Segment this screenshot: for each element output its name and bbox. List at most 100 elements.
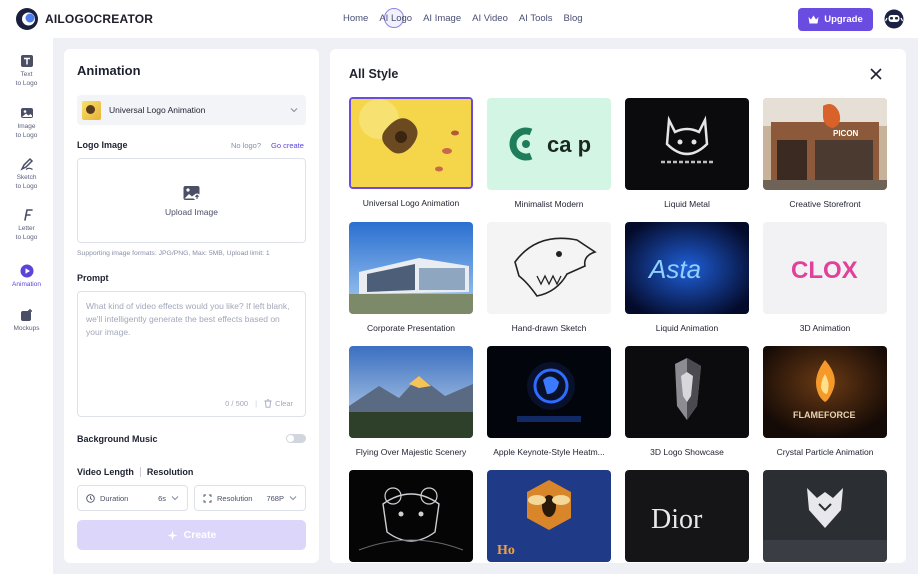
brand-logo-icon bbox=[16, 8, 38, 30]
prompt-footer: 0 / 500 | Clear bbox=[225, 399, 293, 408]
create-label: Create bbox=[183, 529, 217, 541]
style-thumbnail: PICON bbox=[763, 98, 887, 190]
duration-label: Duration bbox=[100, 493, 129, 503]
thumb-text-minimalist: ca p bbox=[547, 132, 591, 157]
resolution-heading-label: Resolution bbox=[146, 467, 194, 477]
style-thumbnail bbox=[349, 346, 473, 438]
close-icon[interactable] bbox=[869, 67, 883, 81]
mockup-icon bbox=[20, 309, 32, 321]
style-thumbnail: ca p bbox=[487, 98, 611, 190]
rail-item-letter-to-logo[interactable]: Letter to Logo bbox=[0, 208, 53, 242]
nav-home[interactable]: Home bbox=[343, 13, 368, 24]
style-select-dropdown[interactable]: Universal Logo Animation bbox=[77, 95, 306, 125]
style-thumbnail bbox=[763, 470, 887, 562]
clear-label: Clear bbox=[275, 399, 293, 408]
crown-icon bbox=[808, 15, 819, 24]
style-card-hand-drawn-sketch[interactable]: Hand-drawn Sketch bbox=[487, 222, 611, 333]
thumb-text-storefront: PICON bbox=[833, 129, 859, 138]
style-card-dior[interactable]: Dior bbox=[625, 470, 749, 562]
trash-icon bbox=[264, 399, 272, 408]
style-thumbnail bbox=[349, 97, 473, 189]
upgrade-button[interactable]: Upgrade bbox=[798, 8, 873, 31]
logo-image-label: Logo Image bbox=[77, 140, 128, 150]
resolution-icon bbox=[203, 494, 212, 502]
go-create-link[interactable]: Go create bbox=[271, 141, 304, 150]
rail-item-text-to-logo[interactable]: Text to Logo bbox=[0, 54, 53, 88]
text-t-icon bbox=[20, 55, 33, 67]
style-card-wolf-emblem[interactable] bbox=[763, 470, 887, 562]
background-music-toggle[interactable] bbox=[286, 434, 306, 443]
user-avatar-icon[interactable] bbox=[884, 9, 904, 29]
style-card-creative-storefront[interactable]: PICON Creative Storefront bbox=[763, 98, 887, 209]
play-icon bbox=[20, 264, 33, 278]
tool-sidebar: Text to Logo Image to Logo Sketch to Log… bbox=[0, 38, 53, 574]
style-thumbnail bbox=[349, 470, 473, 562]
duration-select[interactable]: Duration 6s bbox=[77, 485, 188, 511]
footer-divider: | bbox=[255, 399, 258, 408]
style-caption: Universal Logo Animation bbox=[362, 198, 460, 208]
upgrade-label: Upgrade bbox=[824, 14, 863, 25]
style-card-flying-over-majestic-scenery[interactable]: Flying Over Majestic Scenery bbox=[349, 346, 473, 457]
brand-name: AILOGOCREATOR bbox=[45, 12, 154, 26]
rail-item-animation[interactable]: Animation bbox=[0, 264, 53, 290]
style-card-liquid-animation[interactable]: Asta Liquid Animation bbox=[625, 222, 749, 333]
style-caption: Hand-drawn Sketch bbox=[511, 323, 587, 333]
style-card-corporate-presentation[interactable]: Corporate Presentation bbox=[349, 222, 473, 333]
style-card-bear-wireframe[interactable] bbox=[349, 470, 473, 562]
duration-value: 6s bbox=[158, 493, 166, 503]
style-thumbnail bbox=[487, 346, 611, 438]
rail-item-sketch-to-logo[interactable]: Sketch to Logo bbox=[0, 157, 53, 191]
rail-item-mockups[interactable]: Mockups bbox=[0, 308, 53, 334]
upload-image-label: Upload Image bbox=[165, 206, 218, 217]
style-caption: Creative Storefront bbox=[789, 199, 861, 209]
create-button[interactable]: Create bbox=[77, 520, 306, 550]
style-caption: Crystal Particle Animation bbox=[776, 447, 874, 457]
rail-label: Mockups bbox=[13, 325, 40, 332]
style-thumbnail bbox=[349, 222, 473, 314]
upload-image-dropzone[interactable]: Upload Image bbox=[77, 158, 306, 243]
style-card-liquid-metal[interactable]: Liquid Metal bbox=[625, 98, 749, 209]
style-card-apple-keynote-style[interactable]: Apple Keynote-Style Heatm... bbox=[487, 346, 611, 457]
style-caption: Liquid Animation bbox=[655, 323, 719, 333]
gallery-title: All Style bbox=[349, 67, 399, 81]
nav-blog[interactable]: Blog bbox=[564, 13, 583, 24]
selected-style-thumbnail bbox=[82, 100, 101, 120]
panel-title: Animation bbox=[77, 63, 141, 78]
clear-button[interactable]: Clear bbox=[264, 399, 293, 408]
style-gallery-panel: All Style Universal Logo Animation ca p … bbox=[330, 49, 906, 563]
nav-ai-video[interactable]: AI Video bbox=[472, 13, 508, 24]
brand[interactable]: AILOGOCREATOR bbox=[15, 7, 153, 31]
style-card-universal-logo-animation[interactable]: Universal Logo Animation bbox=[349, 97, 473, 208]
style-caption: Liquid Metal bbox=[664, 199, 710, 209]
thumb-text-dior: Dior bbox=[651, 504, 703, 535]
image-upload-icon bbox=[183, 185, 200, 200]
style-thumbnail: Dior bbox=[625, 470, 749, 562]
nav-ai-logo[interactable]: AI Logo bbox=[379, 13, 412, 24]
resolution-label: Resolution bbox=[217, 493, 253, 503]
no-logo-text: No logo? bbox=[231, 141, 262, 150]
background-music-label: Background Music bbox=[77, 434, 158, 444]
style-thumbnail bbox=[625, 346, 749, 438]
style-thumbnail: Ho bbox=[487, 470, 611, 562]
resolution-select[interactable]: Resolution 768P bbox=[194, 485, 306, 511]
rail-label: Text to Logo bbox=[15, 71, 38, 87]
style-card-3d-logo-showcase[interactable]: 3D Logo Showcase bbox=[625, 346, 749, 457]
rail-item-image-to-logo[interactable]: Image to Logo bbox=[0, 106, 53, 140]
prompt-textarea[interactable]: What kind of video effects would you lik… bbox=[77, 291, 306, 417]
nav-ai-image[interactable]: AI Image bbox=[423, 13, 461, 24]
style-card-crystal-particle-animation[interactable]: FLAMEFORCE Crystal Particle Animation bbox=[763, 346, 887, 457]
thumb-text-honey: Ho bbox=[497, 543, 515, 558]
style-caption: 3D Logo Showcase bbox=[650, 447, 724, 457]
pen-icon bbox=[19, 157, 33, 171]
chevron-down-icon bbox=[290, 108, 298, 113]
video-length-label: Video Length bbox=[77, 467, 134, 477]
style-card-minimalist-modern[interactable]: ca p Minimalist Modern bbox=[487, 98, 611, 209]
style-thumbnail bbox=[487, 222, 611, 314]
rail-label: Letter to Logo bbox=[15, 225, 38, 241]
nav-ai-tools[interactable]: AI Tools bbox=[519, 13, 553, 24]
rail-label: Sketch to Logo bbox=[15, 174, 38, 190]
style-card-honey-bee[interactable]: Ho bbox=[487, 470, 611, 562]
main-nav: Home AI Logo AI Image AI Video AI Tools … bbox=[343, 13, 583, 24]
style-card-3d-animation[interactable]: CLOX 3D Animation bbox=[763, 222, 887, 333]
thumb-text-liquid-animation: Asta bbox=[647, 254, 701, 284]
